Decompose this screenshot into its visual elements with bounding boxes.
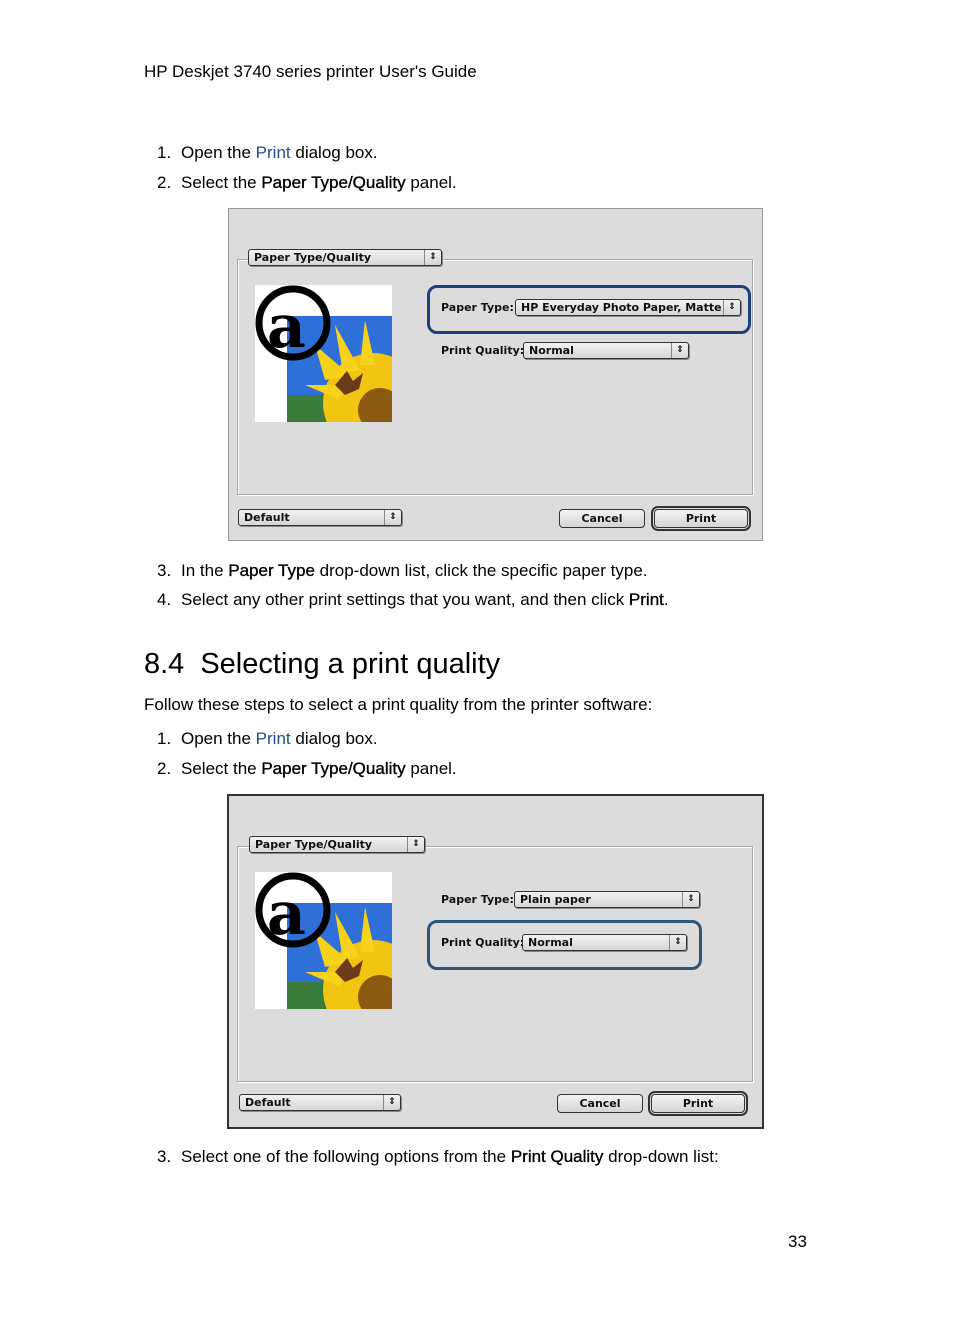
paper-type-label: Paper Type: [441, 301, 514, 314]
list-item: 2. Select the Paper Type/Quality panel. [157, 759, 457, 778]
paper-type-popup[interactable]: Plain paper ⇕ [514, 891, 700, 908]
preset-popup[interactable]: Default ⇕ [239, 1094, 401, 1111]
list-item: 3. In the Paper Type drop-down list, clic… [157, 561, 648, 580]
svg-text:a: a [267, 879, 306, 949]
popup-arrows-icon: ⇕ [384, 510, 401, 525]
preview-image: a [255, 872, 392, 1009]
popup-arrows-icon: ⇕ [669, 935, 686, 950]
print-quality-label: Print Quality: [441, 936, 525, 949]
print-quality-popup[interactable]: Normal ⇕ [522, 934, 687, 951]
popup-arrows-icon: ⇕ [383, 1095, 400, 1110]
popup-arrows-icon: ⇕ [671, 343, 688, 358]
popup-arrows-icon: ⇕ [424, 250, 441, 265]
list-item: 1. Open the Print dialog box. [157, 143, 378, 162]
preview-image: a [255, 285, 392, 422]
preset-popup[interactable]: Default ⇕ [238, 509, 402, 526]
paper-type-popup[interactable]: HP Everyday Photo Paper, Matte ⇕ [515, 299, 741, 316]
print-dialog-screenshot: Paper Type/Quality ⇕ a Paper Type: HP Ev… [228, 208, 763, 541]
running-header: HP Deskjet 3740 series printer User's Gu… [144, 62, 477, 81]
intro-paragraph: Follow these steps to select a print qua… [144, 695, 653, 714]
list-item: 1. Open the Print dialog box. [157, 729, 378, 748]
list-item: 3. Select one of the following options fr… [157, 1147, 719, 1166]
paper-type-label: Paper Type: [441, 893, 514, 906]
cancel-button[interactable]: Cancel [559, 509, 645, 528]
popup-arrows-icon: ⇕ [407, 837, 424, 852]
print-quality-popup[interactable]: Normal ⇕ [523, 342, 689, 359]
list-item: 4. Select any other print settings that y… [157, 590, 669, 609]
print-link[interactable]: Print [256, 729, 291, 748]
popup-arrows-icon: ⇕ [723, 300, 740, 315]
print-quality-label: Print Quality: [441, 344, 525, 357]
popup-arrows-icon: ⇕ [682, 892, 699, 907]
section-heading: 8.4 Selecting a print quality [144, 648, 501, 680]
list-item: 2. Select the Paper Type/Quality panel. [157, 173, 457, 192]
cancel-button[interactable]: Cancel [557, 1094, 643, 1113]
panel-popup[interactable]: Paper Type/Quality ⇕ [249, 836, 425, 853]
page-number: 33 [788, 1232, 807, 1251]
print-link[interactable]: Print [256, 143, 291, 162]
sunflower-preview-icon: a [255, 872, 392, 1009]
svg-text:a: a [267, 292, 306, 362]
print-button[interactable]: Print [648, 1091, 748, 1116]
print-button[interactable]: Print [651, 506, 751, 531]
panel-popup[interactable]: Paper Type/Quality ⇕ [248, 249, 442, 266]
print-dialog-screenshot: Paper Type/Quality ⇕ a Paper Type: Plain… [227, 794, 764, 1129]
sunflower-preview-icon: a [255, 285, 392, 422]
